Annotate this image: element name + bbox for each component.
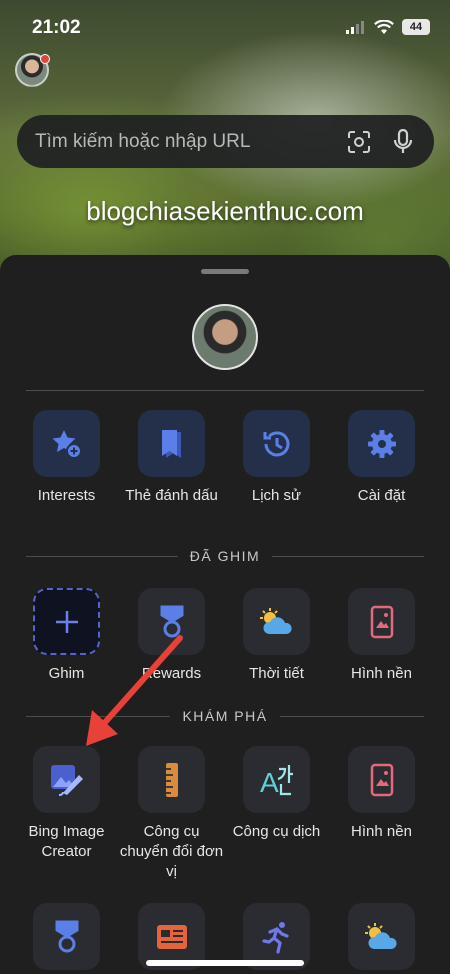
tile-label: Hình nền <box>351 665 412 682</box>
status-time: 21:02 <box>32 17 81 38</box>
history-icon <box>243 410 310 477</box>
tile-settings[interactable]: Cài đặt <box>329 410 434 506</box>
tile-label: Lịch sử <box>251 487 302 504</box>
home-indicator[interactable] <box>146 960 304 966</box>
cellular-signal-icon <box>346 20 364 34</box>
tile-label: Công cụ chuyển đổi đơn vị <box>119 823 224 880</box>
divider <box>26 390 424 391</box>
gear-icon <box>348 410 415 477</box>
tile-wallpaper-discover[interactable]: Hình nền <box>329 746 434 842</box>
tile-interests[interactable]: Interests <box>14 410 119 506</box>
tile-bookmarks[interactable]: Thẻ đánh dấu <box>119 410 224 506</box>
wallpaper-icon <box>348 588 415 655</box>
battery-indicator: 44 <box>402 19 430 35</box>
profile-picture[interactable] <box>192 304 258 370</box>
weather-icon <box>243 588 310 655</box>
svg-text:A: A <box>260 767 279 797</box>
search-bar[interactable]: Tìm kiếm hoặc nhập URL <box>17 115 434 168</box>
tile-label: Hình nền <box>351 823 412 840</box>
camera-search-icon[interactable] <box>346 129 372 155</box>
annotation-arrow <box>86 635 183 746</box>
tile-weather-discover[interactable] <box>329 903 434 970</box>
section-title-pinned: ĐÃ GHIM <box>0 548 450 564</box>
weather-icon <box>348 903 415 970</box>
tile-label: Cài đặt <box>357 487 406 504</box>
section-title-discover: KHÁM PHÁ <box>0 708 450 724</box>
tile-label: Bing Image Creator <box>28 823 105 860</box>
tile-rewards-discover[interactable] <box>14 903 119 970</box>
tile-wallpaper[interactable]: Hình nền <box>329 588 434 684</box>
bottom-sheet: Interests Thẻ đánh dấu Lịch sử Cài đặt Đ… <box>0 255 450 974</box>
translate-icon: A <box>243 746 310 813</box>
tile-translator[interactable]: A Công cụ dịch <box>224 746 329 842</box>
wifi-icon <box>374 19 394 34</box>
status-icons: 44 <box>346 19 430 35</box>
sheet-drag-handle[interactable] <box>201 269 249 274</box>
microphone-icon[interactable] <box>390 128 416 155</box>
tile-label: Interests <box>37 487 96 504</box>
search-input[interactable]: Tìm kiếm hoặc nhập URL <box>35 131 328 153</box>
bookmark-icon <box>138 410 205 477</box>
tile-history[interactable]: Lịch sử <box>224 410 329 506</box>
medal-icon <box>33 903 100 970</box>
tile-label: Thẻ đánh dấu <box>125 487 218 504</box>
tile-unit-converter[interactable]: Công cụ chuyển đổi đơn vị <box>119 746 224 882</box>
wallpaper-icon <box>348 746 415 813</box>
watermark-text: blogchiasekienthuc.com <box>86 196 364 226</box>
star-plus-icon <box>33 410 100 477</box>
tile-label: Thời tiết <box>249 665 304 682</box>
notification-dot <box>40 54 50 64</box>
tile-weather[interactable]: Thời tiết <box>224 588 329 684</box>
tile-label: Công cụ dịch <box>232 823 321 840</box>
status-bar: 21:02 44 <box>0 0 450 56</box>
tile-bing-image-creator[interactable]: Bing Image Creator <box>14 746 119 862</box>
